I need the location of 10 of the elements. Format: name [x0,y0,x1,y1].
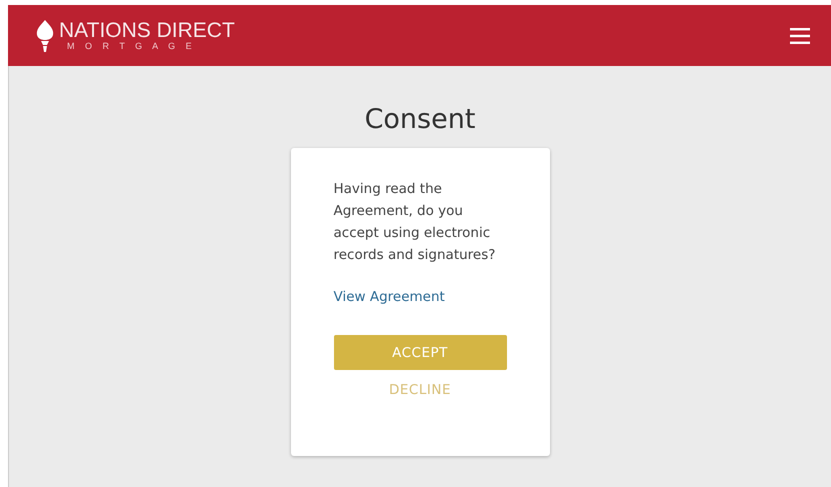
consent-question: Having read the Agreement, do you accept using electronic records and signatures? [334,180,496,265]
torch-icon [34,18,56,52]
accept-button[interactable]: ACCEPT [334,335,506,370]
menu-button[interactable] [788,26,812,46]
view-agreement-link[interactable]: View Agreement [334,289,445,305]
page-title: Consent [364,104,476,135]
menu-icon [790,28,810,44]
decline-button[interactable]: DECLINE [385,380,455,400]
logo-name: NATIONS DIRECT [59,20,235,41]
logo-tagline: M O R T G A G E [66,42,197,51]
